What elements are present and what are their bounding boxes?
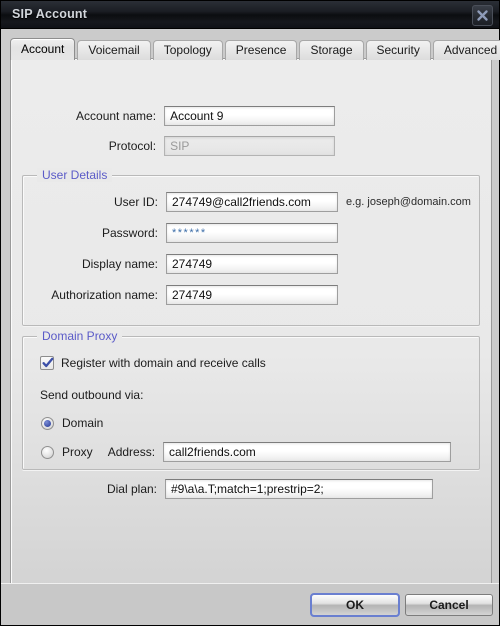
address-input[interactable]: call2friends.com [163,442,452,462]
user-details-legend: User Details [37,168,113,182]
row-account-name: Account name: Account 9 [11,106,335,126]
tab-presence[interactable]: Presence [224,40,298,60]
protocol-input: SIP [164,136,335,156]
dial-plan-input[interactable]: #9\a\a.T;match=1;prestrip=2; [165,479,433,499]
row-display-name: Display name: 274749 [12,254,342,274]
button-bar: OK Cancel [1,583,499,625]
radio-domain-label: Domain [62,416,104,430]
send-outbound-row: Send outbound via: [40,388,143,402]
group-user-details: User Details User ID: 274749@call2friend… [22,168,480,326]
register-label: Register with domain and receive calls [61,356,266,370]
password-input[interactable]: ****** [166,223,338,243]
sip-account-dialog: SIP Account Account Voicemail Topology P… [0,0,500,626]
tab-panel-account: Account name: Account 9 Protocol: SIP Us… [10,58,492,598]
dialog-body: Account Voicemail Topology Presence Stor… [1,29,500,625]
protocol-label: Protocol: [108,139,157,153]
tab-storage[interactable]: Storage [299,40,364,60]
group-domain-proxy: Domain Proxy Register with domain and re… [22,329,480,470]
tab-account[interactable]: Account [10,38,76,60]
title-bar: SIP Account [1,1,499,29]
tab-security[interactable]: Security [365,40,431,60]
checkbox-icon[interactable] [40,356,54,370]
domain-proxy-legend: Domain Proxy [37,329,123,343]
account-name-label: Account name: [76,109,157,123]
radio-proxy-label: Proxy [62,445,93,459]
radio-domain-icon[interactable] [41,416,54,430]
authorization-name-input[interactable]: 274749 [166,285,338,305]
dial-plan-label: Dial plan: [106,482,157,496]
display-name-label: Display name: [81,257,158,271]
row-dial-plan: Dial plan: #9\a\a.T;match=1;prestrip=2; [11,479,481,499]
cancel-button[interactable]: Cancel [405,594,493,616]
tab-strip: Account Voicemail Topology Presence Stor… [10,38,500,60]
radio-proxy-icon[interactable] [41,445,54,459]
user-id-hint: e.g. joseph@domain.com [346,196,471,208]
radio-domain-row[interactable]: Domain [41,416,103,430]
row-password: Password: ****** [12,223,342,243]
user-id-input[interactable]: 274749@call2friends.com [166,192,338,212]
close-icon[interactable] [472,5,493,26]
password-label: Password: [101,226,158,240]
tab-advanced[interactable]: Advanced [432,40,500,60]
tab-voicemail[interactable]: Voicemail [77,40,151,60]
window-title: SIP Account [12,7,88,21]
radio-proxy-row[interactable]: Proxy Address: call2friends.com [41,442,461,462]
ok-button[interactable]: OK [310,593,400,617]
account-name-input[interactable]: Account 9 [164,106,335,126]
register-checkbox-row[interactable]: Register with domain and receive calls [40,356,266,370]
display-name-input[interactable]: 274749 [166,254,338,274]
row-authorization-name: Authorization name: 274749 [12,285,342,305]
authorization-name-label: Authorization name: [51,288,158,302]
user-id-label: User ID: [113,195,158,209]
address-label: Address: [107,445,156,459]
row-protocol: Protocol: SIP [11,136,335,156]
tab-topology[interactable]: Topology [152,40,223,60]
send-outbound-label: Send outbound via: [40,388,144,402]
row-user-id: User ID: 274749@call2friends.com e.g. jo… [12,192,482,212]
